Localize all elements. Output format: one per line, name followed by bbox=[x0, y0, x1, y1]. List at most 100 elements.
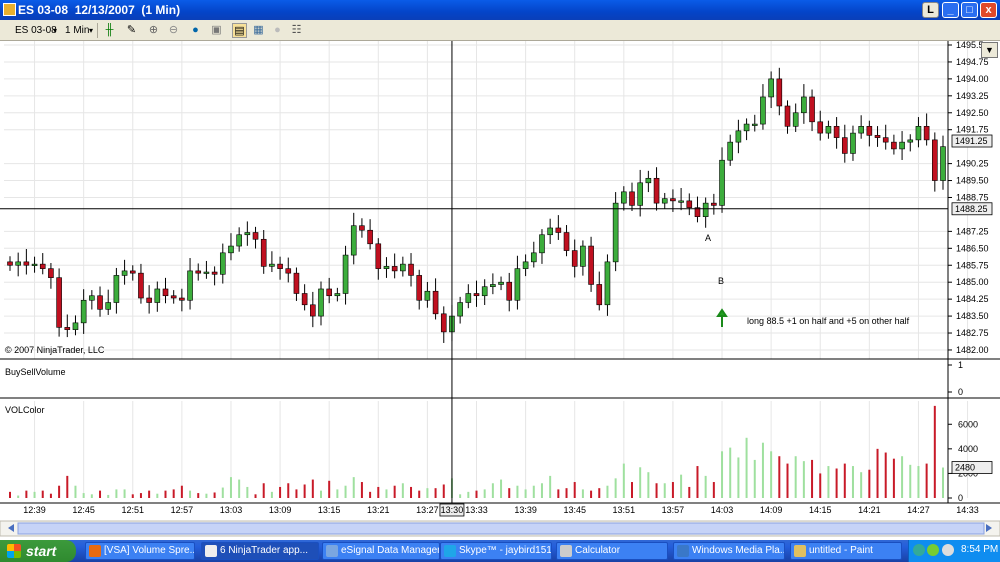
vol-tick-label: 6000 bbox=[958, 419, 978, 429]
candle-body bbox=[432, 290, 439, 315]
trade-note: long 88.5 +1 on half and +5 on other hal… bbox=[747, 316, 910, 326]
candle-body bbox=[711, 202, 717, 206]
task-label: eSignal Data Manager bbox=[341, 545, 440, 556]
skype-tray-icon[interactable] bbox=[927, 544, 939, 556]
time-tick-label: 13:51 bbox=[613, 505, 636, 515]
task-ninjatrader[interactable]: 6 NinjaTrader app... bbox=[201, 542, 319, 560]
candle-body bbox=[367, 229, 373, 245]
candle-body bbox=[907, 139, 914, 143]
zoom-in-icon[interactable]: ⊕ bbox=[146, 23, 161, 38]
candle-body bbox=[661, 198, 668, 204]
window-title: ES 03-08 12/13/2007 (1 Min) bbox=[18, 3, 181, 17]
chart-menu-chevron-icon[interactable]: ▼ bbox=[981, 42, 998, 58]
paint-icon bbox=[794, 545, 806, 557]
candle-body bbox=[89, 295, 95, 301]
task-calculator[interactable]: Calculator bbox=[556, 542, 668, 560]
candle-body bbox=[416, 275, 423, 301]
candle-body bbox=[490, 284, 496, 288]
toolbar-separator bbox=[97, 23, 98, 38]
record-icon[interactable]: ● bbox=[270, 23, 285, 38]
vol-tick-label: 4000 bbox=[958, 444, 978, 454]
calculator-icon bbox=[560, 545, 572, 557]
candle-body bbox=[252, 232, 259, 240]
candle-body bbox=[350, 225, 357, 256]
globe-icon[interactable]: ● bbox=[188, 23, 203, 38]
start-button[interactable]: start bbox=[0, 540, 76, 562]
candle-body bbox=[522, 261, 529, 269]
time-tick-label: 14:21 bbox=[858, 505, 881, 515]
price-chart[interactable]: 12:39 12:45 12:51 12:57 13:03 13:09 13:15 13:21… bbox=[0, 41, 1000, 540]
vol-tick-label: 0 bbox=[958, 493, 963, 503]
interval-selector[interactable]: 1 Min bbox=[65, 23, 89, 38]
task-label: Calculator bbox=[575, 545, 621, 556]
candle-body bbox=[719, 159, 725, 206]
candle-body bbox=[170, 295, 177, 299]
title-bar[interactable]: ES 03-08 12/13/2007 (1 Min) L _ □ x bbox=[0, 0, 1000, 20]
candle-body bbox=[121, 270, 128, 276]
candle-body bbox=[187, 270, 193, 301]
data-box-icon[interactable]: ☷ bbox=[289, 23, 304, 38]
candle-body bbox=[359, 225, 365, 231]
candle-body bbox=[31, 263, 38, 266]
link-button[interactable]: L bbox=[922, 2, 939, 18]
candle-body bbox=[318, 288, 324, 317]
candle-body bbox=[473, 293, 480, 297]
bar-type-icon[interactable]: ╫ bbox=[102, 23, 117, 38]
candle-body bbox=[637, 182, 643, 206]
candle-body bbox=[56, 277, 62, 328]
time-tick-label: 13:57 bbox=[662, 505, 685, 515]
candle-body bbox=[424, 290, 431, 301]
minimize-button[interactable]: _ bbox=[942, 2, 959, 18]
candle-body bbox=[784, 105, 791, 127]
price-tick-label: 1495.5 bbox=[956, 41, 984, 50]
candle-body bbox=[735, 130, 742, 143]
task-vsa[interactable]: [VSA] Volume Spre... bbox=[85, 542, 195, 560]
interval-dropdown-icon[interactable]: ▾ bbox=[89, 23, 93, 38]
maximize-button[interactable]: □ bbox=[961, 2, 978, 18]
time-tick-label: 13:27 bbox=[416, 505, 439, 515]
network-icon[interactable] bbox=[913, 544, 925, 556]
time-tick-label: 12:51 bbox=[121, 505, 144, 515]
candle-body bbox=[686, 200, 693, 208]
task-media-player[interactable]: Windows Media Pla... bbox=[673, 542, 785, 560]
properties-icon[interactable]: ▣ bbox=[209, 23, 224, 38]
strategies-icon[interactable]: ▦ bbox=[251, 23, 266, 38]
windows-logo-icon bbox=[7, 544, 21, 558]
time-tick-label: 13:15 bbox=[318, 505, 341, 515]
task-paint[interactable]: untitled - Paint bbox=[790, 542, 902, 560]
candle-body bbox=[751, 123, 758, 126]
candle-body bbox=[375, 243, 382, 269]
candle-body bbox=[629, 191, 635, 206]
candle-body bbox=[850, 132, 856, 154]
volume-icon[interactable] bbox=[942, 544, 954, 556]
candle-body bbox=[768, 78, 774, 98]
drawing-tool-icon[interactable]: ✎ bbox=[124, 23, 139, 38]
candle-body bbox=[833, 126, 840, 138]
task-esignal[interactable]: eSignal Data Manager bbox=[322, 542, 440, 560]
task-label: Skype™ - jaybird151 bbox=[459, 545, 552, 556]
indicators-icon[interactable]: ▤ bbox=[232, 23, 247, 38]
candle-body bbox=[588, 245, 594, 285]
candle-body bbox=[129, 270, 136, 274]
zoom-out-icon[interactable]: ⊖ bbox=[166, 23, 181, 38]
candle-body bbox=[571, 250, 578, 267]
task-skype[interactable]: Skype™ - jaybird151 bbox=[440, 542, 552, 560]
price-tick-label: 1487.25 bbox=[956, 226, 989, 236]
candle-body bbox=[293, 272, 300, 294]
candle-body bbox=[97, 295, 103, 310]
price-tick-label: 1494.00 bbox=[956, 74, 989, 84]
scrollbar-thumb[interactable] bbox=[17, 522, 985, 535]
close-button[interactable]: x bbox=[980, 2, 997, 18]
candle-body bbox=[866, 126, 873, 136]
candle-body bbox=[801, 96, 807, 114]
annotation-a: A bbox=[705, 233, 711, 243]
candle-body bbox=[841, 137, 848, 154]
buysellvolume-label: BuySellVolume bbox=[5, 367, 66, 377]
instrument-dropdown-icon[interactable]: ▾ bbox=[53, 23, 57, 38]
candle-body bbox=[932, 139, 938, 181]
candle-body bbox=[72, 322, 79, 330]
instrument-selector[interactable]: ES 03-08 bbox=[15, 23, 57, 38]
time-tick-label: 14:15 bbox=[809, 505, 832, 515]
candle-body bbox=[195, 270, 202, 274]
candle-body bbox=[792, 112, 799, 127]
